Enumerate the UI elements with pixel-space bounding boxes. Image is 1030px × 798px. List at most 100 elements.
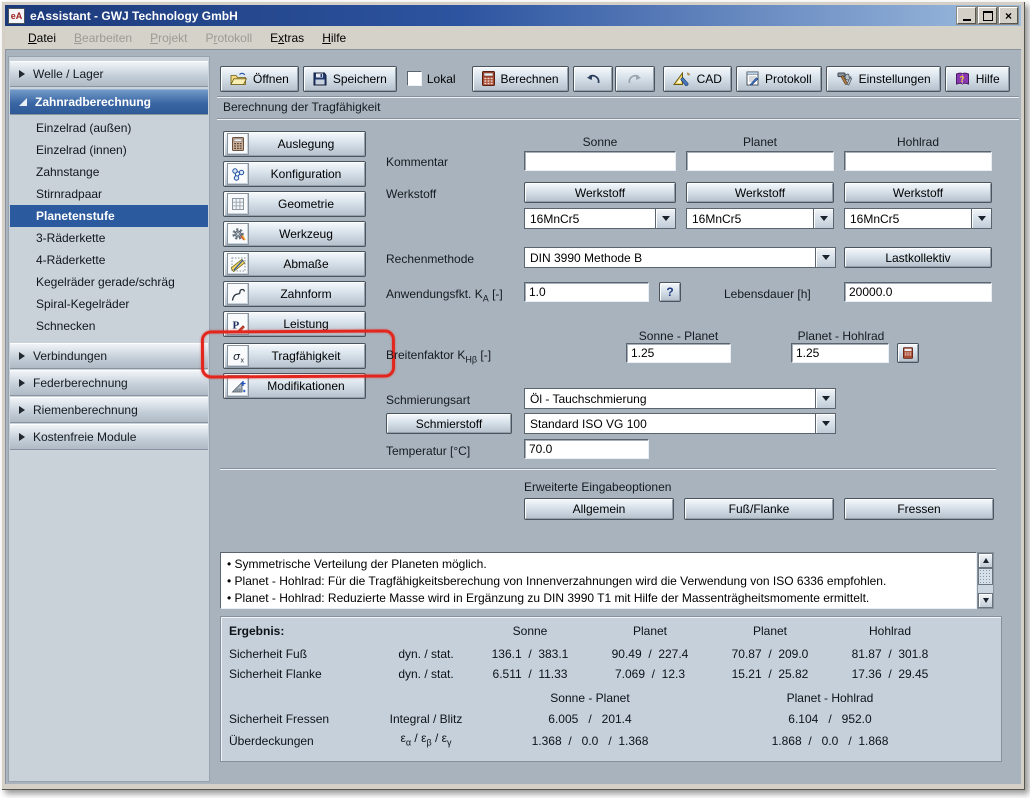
zahnform-button[interactable]: Zahnform xyxy=(223,281,366,307)
werkstoff-button-hohlrad[interactable]: Werkstoff xyxy=(844,182,992,203)
chevron-down-icon[interactable] xyxy=(815,389,835,408)
lastkollektiv-button[interactable]: Lastkollektiv xyxy=(844,247,992,268)
column-header-planet: Planet xyxy=(686,135,834,149)
kommentar-input-hohlrad[interactable] xyxy=(844,151,992,171)
app-icon: eA xyxy=(8,8,25,24)
result-row-label: Sicherheit Fressen xyxy=(229,712,329,726)
fuss-flanke-button[interactable]: Fuß/Flanke xyxy=(684,498,834,520)
anwendungsfaktor-input[interactable] xyxy=(524,282,649,302)
geometrie-button[interactable]: Geometrie xyxy=(223,191,366,217)
sidebar-section-kostenfreie-module[interactable]: Kostenfreie Module xyxy=(10,424,208,450)
anwendungsfaktor-label: Anwendungsfkt. KA [-] xyxy=(386,287,503,303)
sidebar-item-kegelraeder[interactable]: Kegelräder gerade/schräg xyxy=(10,271,208,293)
lebensdauer-input[interactable] xyxy=(844,282,992,302)
chevron-down-icon[interactable] xyxy=(971,209,991,228)
modifikationen-button[interactable]: Modifikationen xyxy=(223,373,366,399)
help-button[interactable]: ? xyxy=(659,282,681,302)
messages-scrollbar[interactable] xyxy=(977,552,994,609)
minimize-button[interactable] xyxy=(957,7,976,24)
result-value: 1.868 / 0.0 / 1.868 xyxy=(710,734,950,748)
cad-button[interactable]: CAD xyxy=(663,66,732,92)
breitenfaktor-calc-button[interactable] xyxy=(897,343,919,363)
leistung-button[interactable]: P Leistung xyxy=(223,311,366,337)
fressen-button[interactable]: Fressen xyxy=(844,498,994,520)
menu-datei[interactable]: Datei xyxy=(19,29,65,47)
sidebar-section-riemenberechnung[interactable]: Riemenberechnung xyxy=(10,397,208,423)
tragfaehigkeit-button[interactable]: σx Tragfähigkeit xyxy=(223,343,366,369)
breitenfaktor-input-sonne-planet[interactable] xyxy=(626,343,731,363)
result-value: 1.368 / 0.0 / 1.368 xyxy=(470,734,710,748)
lebensdauer-label: Lebensdauer [h] xyxy=(724,287,811,301)
einstellungen-button[interactable]: Einstellungen xyxy=(826,66,941,92)
sidebar-item-einzelrad-aussen[interactable]: Einzelrad (außen) xyxy=(10,117,208,139)
temperatur-input[interactable] xyxy=(524,439,649,459)
lokal-checkbox[interactable] xyxy=(407,71,422,86)
sidebar-item-4-raederkette[interactable]: 4-Räderkette xyxy=(10,249,208,271)
close-button[interactable]: × xyxy=(999,7,1018,24)
breitenfaktor-input-planet-hohlrad[interactable] xyxy=(791,343,889,363)
schmierstoff-button[interactable]: Schmierstoff xyxy=(386,413,512,434)
werkstoff-button-planet[interactable]: Werkstoff xyxy=(686,182,834,203)
rechenmethode-select[interactable]: DIN 3990 Methode B xyxy=(524,247,836,268)
chevron-down-icon[interactable] xyxy=(815,414,835,433)
sidebar-section-welle-lager[interactable]: Welle / Lager xyxy=(10,61,208,87)
menu-hilfe[interactable]: Hilfe xyxy=(313,29,355,47)
berechnen-button[interactable]: Berechnen xyxy=(472,66,569,92)
message-line: • Planet - Hohlrad: Ersatzkrümmungsradiu… xyxy=(227,607,970,609)
kommentar-input-planet[interactable] xyxy=(686,151,834,171)
sidebar-item-planetenstufe[interactable]: Planetenstufe xyxy=(10,205,208,227)
material-select-hohlrad[interactable]: 16MnCr5 xyxy=(844,208,992,229)
allgemein-button[interactable]: Allgemein xyxy=(524,498,674,520)
konfiguration-button[interactable]: Konfiguration xyxy=(223,161,366,187)
chevron-down-icon[interactable] xyxy=(655,209,675,228)
divider xyxy=(217,118,1019,120)
chevron-down-icon[interactable] xyxy=(815,248,835,267)
sidebar-item-zahnstange[interactable]: Zahnstange xyxy=(10,161,208,183)
scroll-up-button[interactable] xyxy=(978,553,993,568)
menu-projekt: Projekt xyxy=(141,29,196,47)
result-row-label: Überdeckungen xyxy=(229,734,314,748)
maximize-icon xyxy=(983,11,993,21)
save-button[interactable]: Speichern xyxy=(303,66,397,92)
material-select-planet[interactable]: 16MnCr5 xyxy=(686,208,834,229)
schmierstoff-select[interactable]: Standard ISO VG 100 xyxy=(524,413,836,434)
sidebar-item-spiral-kegelraeder[interactable]: Spiral-Kegelräder xyxy=(10,293,208,315)
results-header-planet-2: Planet xyxy=(710,624,830,638)
schmierungsart-select[interactable]: Öl - Tauchschmierung xyxy=(524,388,836,409)
protokoll-button[interactable]: Protokoll xyxy=(736,66,822,92)
chevron-down-icon[interactable] xyxy=(813,209,833,228)
ruler-pencil-icon xyxy=(231,257,246,272)
sidebar-item-3-raederkette[interactable]: 3-Räderkette xyxy=(10,227,208,249)
message-line: • Planet - Hohlrad: Reduzierte Masse wir… xyxy=(227,590,970,607)
werkzeug-button[interactable]: Werkzeug xyxy=(223,221,366,247)
result-value: 6.104 / 952.0 xyxy=(710,712,950,726)
result-value: 15.21 / 25.82 xyxy=(710,667,830,681)
sidebar-section-zahnradberechnung[interactable]: Zahnradberechnung xyxy=(10,89,208,115)
hilfe-button[interactable]: ? Hilfe xyxy=(945,66,1010,92)
kommentar-input-sonne[interactable] xyxy=(524,151,676,171)
results-header-sonne: Sonne xyxy=(470,624,590,638)
sidebar-section-federberechnung[interactable]: Federberechnung xyxy=(10,370,208,396)
material-select-sonne[interactable]: 16MnCr5 xyxy=(524,208,676,229)
sidebar-section-verbindungen[interactable]: Verbindungen xyxy=(10,343,208,369)
auslegung-button[interactable]: Auslegung xyxy=(223,131,366,157)
result-value: 136.1 / 383.1 xyxy=(470,647,590,661)
minimize-icon xyxy=(963,19,971,21)
scrollbar-thumb[interactable] xyxy=(978,568,993,585)
configuration-icon xyxy=(231,167,245,181)
menu-extras[interactable]: Extras xyxy=(261,29,313,47)
abmasse-button[interactable]: Abmaße xyxy=(223,251,366,277)
titlebar[interactable]: eA eAssistant - GWJ Technology GmbH × xyxy=(5,5,1021,26)
maximize-button[interactable] xyxy=(978,7,997,24)
scroll-down-button[interactable] xyxy=(978,593,993,608)
grid-icon xyxy=(231,197,245,211)
sidebar-item-schnecken[interactable]: Schnecken xyxy=(10,315,208,337)
werkstoff-button-sonne[interactable]: Werkstoff xyxy=(524,182,676,203)
sidebar-item-einzelrad-innen[interactable]: Einzelrad (innen) xyxy=(10,139,208,161)
results-pair-header-planet-hohlrad: Planet - Hohlrad xyxy=(710,691,950,705)
sidebar-item-stirnradpaar[interactable]: Stirnradpaar xyxy=(10,183,208,205)
undo-button[interactable] xyxy=(573,66,613,92)
column-header-hohlrad: Hohlrad xyxy=(844,135,992,149)
werkstoff-label: Werkstoff xyxy=(386,187,436,201)
open-button[interactable]: Öffnen xyxy=(220,66,299,92)
